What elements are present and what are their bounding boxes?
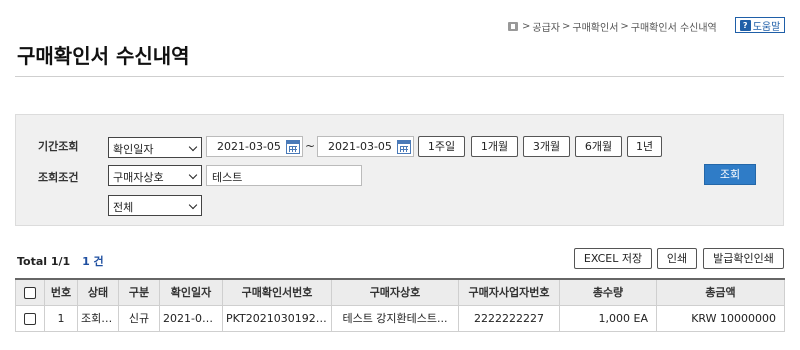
date-type-value: 확인일자 [113,143,154,156]
date-from-input[interactable]: 2021-03-05 [206,136,303,157]
calendar-icon[interactable] [286,140,300,154]
breadcrumb-current: 구매확인서 수신내역 [630,23,717,34]
table-header-row: 번호 상태 구분 확인일자 구매확인서번호 구매자상호 구매자사업자번호 총수량… [15,279,785,306]
cell-confirm-number[interactable]: PKT202103019268 [222,304,332,332]
breadcrumb-sep: > [522,21,531,32]
chevron-down-icon [188,200,198,210]
period-1year-button[interactable]: 1년 [627,136,662,157]
col-header[interactable]: 구매자사업자번호 [458,279,560,306]
cell-no: 1 [44,304,78,332]
chevron-down-icon [188,170,198,180]
cell-confirm-date: 2021-03-05 [159,304,223,332]
cell-total-amount: KRW 10000000 [656,304,785,332]
chevron-down-icon [188,142,198,152]
breadcrumb: > 공급자 > 구매확인서 > 구매확인서 수신내역 [508,19,717,34]
col-header[interactable]: 총금액 [656,279,785,306]
period-6month-button[interactable]: 6개월 [575,136,622,157]
search-panel: 기간조회 조회조건 확인일자 2021-03-05 ~ 2021-03-05 1… [15,114,784,226]
results-table: 번호 상태 구분 확인일자 구매확인서번호 구매자상호 구매자사업자번호 총수량… [15,278,785,332]
excel-save-button[interactable]: EXCEL 저장 [574,248,652,269]
issue-confirm-print-button[interactable]: 발급확인인쇄 [703,248,784,269]
col-header[interactable]: 번호 [44,279,78,306]
page-title: 구매확인서 수신내역 [17,44,190,68]
home-icon [508,22,518,31]
help-button[interactable]: ? 도움말 [735,17,785,33]
col-header[interactable]: 상태 [77,279,119,306]
cell-buyer-name: 테스트 강지환테스트... [331,304,459,332]
title-divider [15,76,784,77]
select-all-cell[interactable] [15,279,45,306]
status-filter-select[interactable]: 전체 [108,195,202,216]
period-1month-button[interactable]: 1개월 [471,136,518,157]
date-to-value: 2021-03-05 [328,140,392,153]
col-header[interactable]: 구매확인서번호 [222,279,332,306]
row-checkbox[interactable] [24,312,36,325]
row-select-cell[interactable] [15,304,45,332]
search-button[interactable]: 조회 [704,164,756,185]
col-header[interactable]: 확인일자 [159,279,223,306]
condition-value-input[interactable]: 테스트 [206,165,362,186]
date-type-select[interactable]: 확인일자 [108,137,202,158]
date-separator: ~ [305,139,316,153]
select-all-checkbox[interactable] [24,286,36,299]
status-filter-value: 전체 [113,201,134,214]
condition-label: 조회조건 [38,171,79,184]
calendar-icon[interactable] [397,140,411,154]
table-row[interactable]: 1 조회완료 신규 2021-03-05 PKT202103019268 테스트… [15,304,785,332]
print-button[interactable]: 인쇄 [657,248,697,269]
date-to-input[interactable]: 2021-03-05 [317,136,414,157]
cell-status: 조회완료 [77,304,119,332]
result-total: Total 1/1 1 건 [17,253,104,269]
period-1week-button[interactable]: 1주일 [418,136,465,157]
period-label: 기간조회 [38,140,79,153]
col-header[interactable]: 구매자상호 [331,279,459,306]
result-count: 1 건 [82,255,104,268]
total-label: Total 1/1 [17,255,71,268]
col-header[interactable]: 총수량 [559,279,657,306]
breadcrumb-supplier[interactable]: 공급자 [532,19,560,34]
cell-type: 신규 [118,304,160,332]
cell-buyer-biz-no: 2222222227 [458,304,560,332]
help-icon: ? [739,19,751,31]
period-3month-button[interactable]: 3개월 [523,136,570,157]
breadcrumb-sep: > [620,21,629,32]
col-header[interactable]: 구분 [118,279,160,306]
condition-type-value: 구매자상호 [113,171,164,184]
breadcrumb-sep: > [562,21,571,32]
breadcrumb-confirmation[interactable]: 구매확인서 [572,19,618,34]
cell-total-qty: 1,000 EA [559,304,657,332]
condition-type-select[interactable]: 구매자상호 [108,165,202,186]
date-from-value: 2021-03-05 [217,140,281,153]
help-label: 도움말 [752,21,781,33]
